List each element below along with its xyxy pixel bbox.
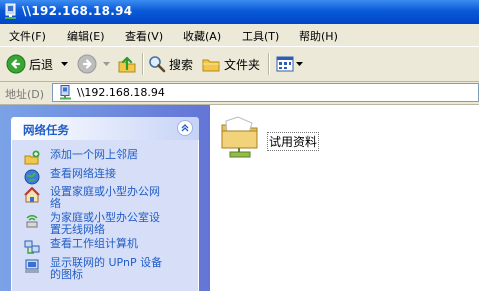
- panel-title: 网络任务: [23, 123, 69, 137]
- folder-name: 试用资料: [267, 132, 320, 151]
- address-input[interactable]: \\192.168.18.94: [52, 83, 479, 102]
- task-pane: 网络任务 添加一个网上邻居 查看网络连接 设置家庭或小型办公网 络 为家庭或小型…: [0, 105, 210, 291]
- window-title: \\192.168.18.94: [22, 4, 133, 18]
- up-folder-icon: [117, 54, 137, 74]
- back-button[interactable]: 后退: [6, 53, 69, 75]
- toolbar: 后退 搜索 文件夹: [0, 47, 479, 82]
- folders-button[interactable]: 文件夹: [202, 53, 260, 75]
- back-arrow-icon: [6, 54, 26, 74]
- panel-body: 添加一个网上邻居 查看网络连接 设置家庭或小型办公网 络 为家庭或小型办公室设 …: [11, 140, 199, 291]
- task-label: 查看网络连接: [50, 167, 116, 180]
- panel-header[interactable]: 网络任务: [11, 117, 199, 140]
- views-dropdown-icon: [296, 62, 303, 66]
- forward-arrow-icon: [77, 54, 97, 74]
- network-computer-icon: [4, 3, 18, 19]
- task-label: 显示联网的 UPnP 设备 的图标: [50, 256, 163, 281]
- up-folder-button[interactable]: [117, 53, 137, 75]
- menu-favorites[interactable]: 收藏(A): [183, 28, 221, 44]
- chevron-up-icon: [181, 124, 189, 132]
- add-network-place-icon: [24, 150, 40, 166]
- task-label: 为家庭或小型办公室设 置无线网络: [50, 211, 160, 236]
- task-label: 查看工作组计算机: [50, 237, 138, 250]
- network-tasks-panel: 网络任务 添加一个网上邻居 查看网络连接 设置家庭或小型办公网 络 为家庭或小型…: [11, 117, 199, 291]
- shared-folder-icon: [218, 113, 262, 162]
- views-grid-icon: [276, 56, 294, 72]
- task-label: 设置家庭或小型办公网 络: [50, 185, 160, 210]
- network-connections-icon: [24, 169, 40, 185]
- toolbar-separator: [142, 53, 144, 75]
- back-dropdown-icon[interactable]: [61, 62, 69, 66]
- folders-icon: [202, 55, 220, 73]
- address-label: 地址(D): [5, 88, 45, 101]
- task-view-workgroup[interactable]: 查看工作组计算机: [24, 238, 196, 255]
- back-label: 后退: [29, 57, 54, 72]
- search-icon: [148, 55, 166, 73]
- workgroup-computers-icon: [24, 239, 40, 255]
- forward-dropdown-icon[interactable]: [103, 62, 110, 66]
- wireless-network-icon: [24, 213, 40, 229]
- search-button[interactable]: 搜索: [148, 53, 193, 75]
- toolbar-separator: [268, 53, 270, 75]
- address-bar: 地址(D) \\192.168.18.94: [0, 82, 479, 105]
- task-show-upnp[interactable]: 显示联网的 UPnP 设备 的图标: [24, 257, 196, 281]
- folders-label: 文件夹: [224, 57, 261, 72]
- menu-view[interactable]: 查看(V): [125, 28, 163, 44]
- home-network-setup-icon: [24, 186, 40, 203]
- menu-file[interactable]: 文件(F): [9, 28, 46, 44]
- network-computer-icon: [59, 85, 72, 103]
- menu-help[interactable]: 帮助(H): [299, 28, 338, 44]
- title-bar: \\192.168.18.94: [0, 0, 479, 24]
- search-label: 搜索: [169, 57, 194, 72]
- task-view-connections[interactable]: 查看网络连接: [24, 168, 196, 185]
- collapse-button[interactable]: [177, 120, 193, 136]
- content-area: 网络任务 添加一个网上邻居 查看网络连接 设置家庭或小型办公网 络 为家庭或小型…: [0, 105, 479, 291]
- menu-edit[interactable]: 编辑(E): [67, 28, 105, 44]
- menu-bar: 文件(F) 编辑(E) 查看(V) 收藏(A) 工具(T) 帮助(H): [0, 24, 479, 47]
- task-label: 添加一个网上邻居: [50, 148, 138, 161]
- upnp-devices-icon: [24, 258, 40, 274]
- forward-button[interactable]: [77, 53, 110, 75]
- task-setup-home-network[interactable]: 设置家庭或小型办公网 络: [24, 186, 196, 210]
- task-setup-wireless[interactable]: 为家庭或小型办公室设 置无线网络: [24, 212, 196, 236]
- views-button[interactable]: [276, 53, 303, 75]
- address-value: \\192.168.18.94: [77, 86, 165, 99]
- menu-tools[interactable]: 工具(T): [242, 28, 279, 44]
- task-add-network-place[interactable]: 添加一个网上邻居: [24, 149, 196, 166]
